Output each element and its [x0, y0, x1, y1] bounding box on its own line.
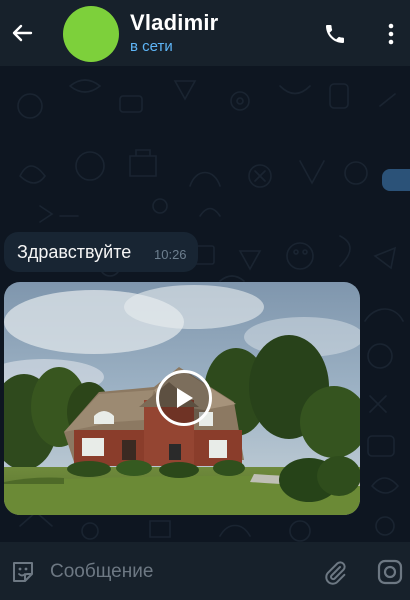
play-button[interactable] [156, 370, 212, 426]
chat-area[interactable]: Здравствуйте 10:26 [0, 66, 410, 542]
more-vertical-icon [388, 23, 394, 45]
attach-button[interactable] [320, 557, 350, 587]
call-button[interactable] [320, 19, 350, 49]
paperclip-icon [325, 561, 346, 585]
back-arrow-icon [12, 24, 33, 42]
play-icon [177, 388, 193, 408]
sticker-button[interactable] [8, 557, 38, 587]
message-input-bar [0, 542, 410, 600]
back-button[interactable] [6, 17, 38, 49]
message-input[interactable] [48, 556, 302, 588]
more-button[interactable] [378, 19, 404, 49]
avatar[interactable] [63, 6, 119, 62]
camera-icon [377, 559, 403, 585]
sticker-icon [13, 562, 33, 582]
message-time: 10:26 [154, 247, 187, 262]
camera-button[interactable] [374, 556, 406, 588]
chat-header: Vladimir в сети [0, 0, 410, 66]
message-text: Здравствуйте [17, 242, 132, 262]
phone-icon [326, 25, 344, 43]
message-bubble[interactable]: Здравствуйте 10:26 [4, 232, 198, 272]
online-status: в сети [130, 38, 173, 55]
video-message[interactable] [4, 282, 360, 515]
outgoing-message-bubble[interactable] [382, 169, 410, 191]
contact-name[interactable]: Vladimir [130, 10, 218, 36]
